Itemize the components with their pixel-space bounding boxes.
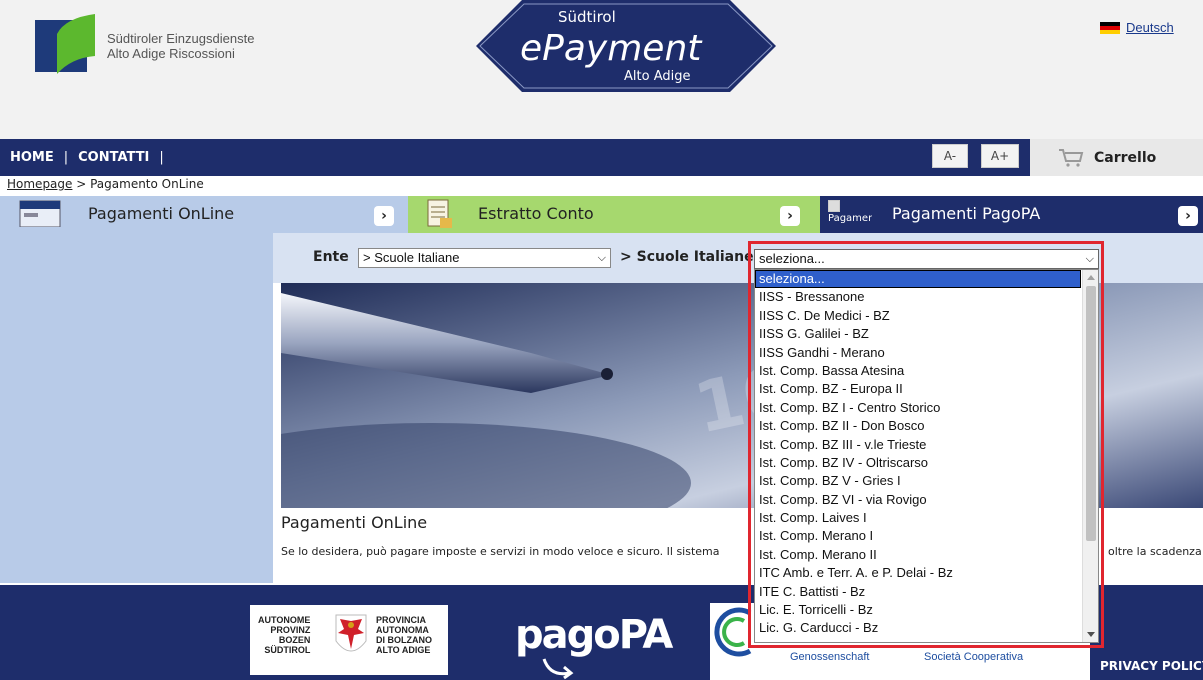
provincia-line: PROVINCIA [376,615,427,625]
nav-links: HOME | CONTATTI | [10,139,174,176]
scrollbar-thumb[interactable] [1086,286,1096,541]
main-navbar: HOME | CONTATTI | [0,139,1203,176]
broken-image-alt: Pagamento [828,213,872,224]
nav-home-link[interactable]: HOME [10,150,54,165]
tab-pagamenti-online-label[interactable]: Pagamenti OnLine [88,204,234,223]
dropdown-option[interactable]: IISS G. Galilei - BZ [755,325,1081,343]
dropdown-option[interactable]: Ist. Comp. BZ V - Gries I [755,472,1081,490]
dropdown-option[interactable]: Ist. Comp. Merano I [755,527,1081,545]
breadcrumb-current: > Pagamento OnLine [72,177,204,191]
cart-button[interactable]: Carrello [1030,139,1203,176]
scroll-down-icon[interactable] [1087,632,1095,637]
dropdown-option[interactable]: Ist. Comp. BZ - Europa II [755,380,1081,398]
provinz-line: SÜDTIROL [264,645,311,655]
nav-separator: | [63,150,69,165]
content-title: Pagamenti OnLine [281,513,428,532]
dropdown-option[interactable]: Ist. Comp. Bassa Atesina [755,362,1081,380]
dropdown-option[interactable]: Ist. Comp. Laives I [755,509,1081,527]
scroll-up-icon[interactable] [1087,275,1095,280]
scuole-label: > Scuole Italiane [620,249,754,265]
chevron-right-icon[interactable]: › [1178,206,1198,226]
statement-icon [427,199,452,228]
german-flag-icon [1100,21,1120,34]
dropdown-scrollbar[interactable] [1082,270,1098,642]
provinz-line: PROVINZ [270,625,311,635]
font-decrease-button[interactable]: A- [932,144,968,168]
dropdown-option[interactable]: ITE C. Battisti - Bz [755,583,1081,601]
provinz-line: AUTONOME [258,615,311,625]
breadcrumb: Homepage > Pagamento OnLine [7,177,204,191]
card-icon [19,200,61,227]
epayment-logo: Südtirol ePayment Alto Adige [476,0,776,92]
genossenschaft-text: Genossenschaft [790,651,870,663]
pagopa-arrow-icon [542,658,574,680]
epay-top-text: Südtirol [558,8,616,26]
epay-main-text: ePayment [520,28,703,69]
broken-image-icon: Pagamento [828,200,872,225]
nav-contatti-link[interactable]: CONTATTI [78,150,149,165]
privacy-policy-link[interactable]: PRIVACY POLICY [1100,659,1203,673]
provincia-line: AUTONOMA [376,625,429,635]
tab-pagamenti-pagopa-label[interactable]: Pagamenti PagoPA [892,204,1040,223]
provincia-line: ALTO ADIGE [376,645,431,655]
content-text: Se lo desidera, può pagare imposte e ser… [281,545,720,558]
org-name-line2: Alto Adige Riscossioni [107,46,235,61]
org-name-line1: Südtiroler Einzugsdienste [107,31,255,46]
eagle-coat-of-arms-icon [335,614,367,652]
cart-label[interactable]: Carrello [1094,150,1156,166]
content-text-tail: oltre la scadenza [1108,545,1202,558]
language-link[interactable]: Deutsch [1100,20,1174,35]
dropdown-option[interactable]: IISS Gandhi - Merano [755,344,1081,362]
epay-bottom-text: Alto Adige [624,69,690,84]
provincia-logo: AUTONOME PROVINZ BOZEN SÜDTIROL PROVINCI… [250,605,448,675]
font-increase-button[interactable]: A+ [981,144,1019,168]
pagopa-logo[interactable]: pagoPA [515,612,673,658]
left-sidebar [0,233,273,583]
provincia-line: DI BOLZANO [376,635,432,645]
dropdown-option[interactable]: Ist. Comp. BZ IV - Oltriscarso [755,454,1081,472]
chevron-down-icon: ⌵ [597,252,606,264]
scuola-dropdown-list[interactable]: seleziona... IISS - Bressanone IISS C. De … [754,269,1099,643]
breadcrumb-home-link[interactable]: Homepage [7,177,72,191]
scuola-select-value: seleziona... [759,251,825,266]
org-logo-icon [35,14,95,74]
tab-estratto-conto[interactable]: Estratto Conto › [408,196,820,233]
ente-select-value: > Scuole Italiane [363,250,460,265]
nav-separator: | [159,150,164,165]
dropdown-option[interactable]: ITC Amb. e Terr. A. e P. Delai - Bz [755,564,1081,582]
provinz-text: AUTONOME PROVINZ BOZEN SÜDTIROL [258,615,310,655]
provinz-line: BOZEN [278,635,311,645]
page: Südtiroler Einzugsdienste Alto Adige Ris… [0,0,1203,680]
org-name: Südtiroler Einzugsdienste Alto Adige Ris… [107,31,254,61]
dropdown-option[interactable]: Ist. Comp. BZ VI - via Rovigo [755,491,1081,509]
dropdown-option[interactable]: IISS - Bressanone [755,288,1081,306]
provincia-text: PROVINCIA AUTONOMA DI BOLZANO ALTO ADIGE [376,615,432,655]
language-link-label[interactable]: Deutsch [1126,20,1174,35]
dropdown-option[interactable]: Ist. Comp. BZ I - Centro Storico [755,399,1081,417]
dropdown-option[interactable]: Lic. G. Carducci - Bz [755,619,1081,637]
cart-icon [1059,148,1084,167]
tab-estratto-conto-label[interactable]: Estratto Conto [478,204,594,223]
chevron-right-icon[interactable]: › [374,206,394,226]
cooperativa-text: Società Cooperativa [924,651,1024,663]
dropdown-option[interactable]: Lic. E. Torricelli - Bz [755,601,1081,619]
dropdown-option[interactable]: seleziona... [755,270,1081,289]
chevron-down-icon: ⌵ [1085,253,1094,265]
tab-pagamenti-online[interactable]: Pagamenti OnLine › [0,196,408,233]
dropdown-option[interactable]: Ist. Comp. Merano II [755,546,1081,564]
scuola-select[interactable]: seleziona... ⌵ [754,249,1099,269]
dropdown-option[interactable]: IISS C. De Medici - BZ [755,307,1081,325]
chevron-right-icon[interactable]: › [780,206,800,226]
tab-pagamenti-pagopa[interactable]: Pagamento Pagamenti PagoPA › [820,196,1203,233]
ente-label: Ente [313,249,349,265]
dropdown-option[interactable]: Ist. Comp. BZ III - v.le Trieste [755,436,1081,454]
dropdown-option[interactable]: Ist. Comp. BZ II - Don Bosco [755,417,1081,435]
header: Südtiroler Einzugsdienste Alto Adige Ris… [0,0,1203,139]
ente-select[interactable]: > Scuole Italiane ⌵ [358,248,611,268]
